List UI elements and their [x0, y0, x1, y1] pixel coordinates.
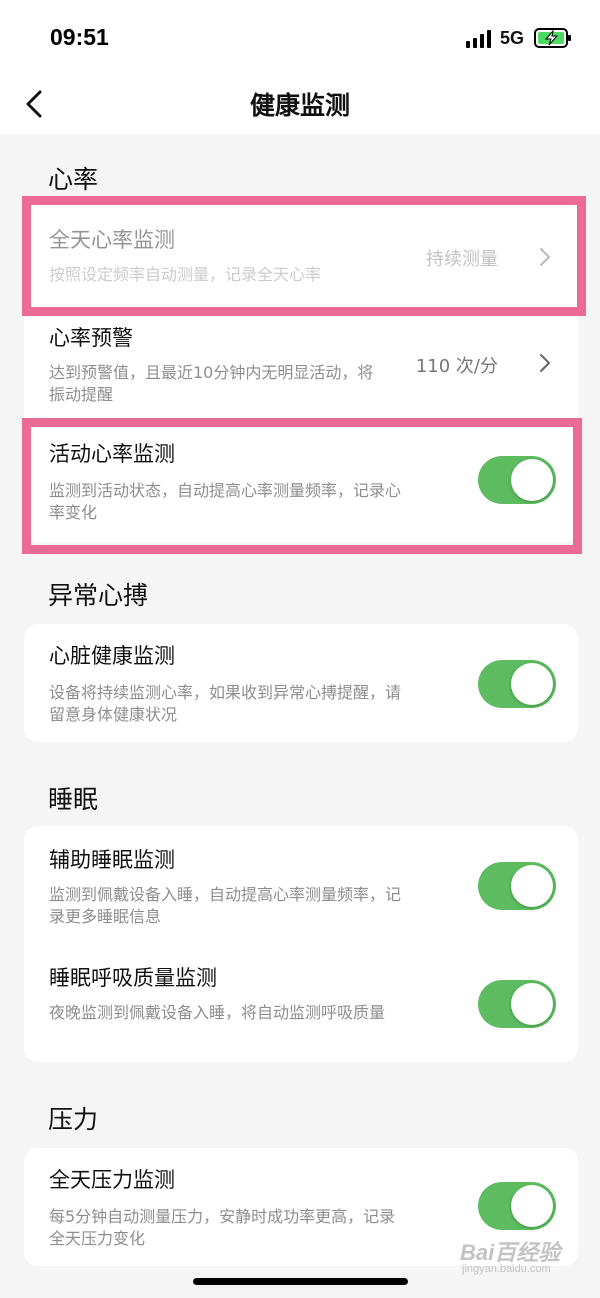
abnormal-heartbeat-card: 心脏健康监测 设备将持续监测心率，如果收到异常心搏提醒，请留意身体健康状况 — [24, 624, 578, 742]
row-value: 持续测量 — [426, 249, 498, 270]
all-day-stress-toggle[interactable] — [478, 1182, 556, 1230]
watermark: Bai百经验 jingyan.baidu.com — [460, 1233, 570, 1283]
row-title: 全天压力监测 — [49, 1168, 175, 1192]
row-title: 全天心率监测 — [49, 228, 175, 252]
row-desc: 达到预警值，且最近10分钟内无明显活动，将振动提醒 — [49, 363, 374, 404]
row-desc: 监测到佩戴设备入睡，自动提高心率测量频率，记录更多睡眠信息 — [49, 885, 402, 926]
status-time: 09:51 — [50, 24, 109, 50]
section-title-abnormal-heartbeat: 异常心搏 — [48, 581, 149, 610]
status-bar: 09:51 5G — [0, 0, 600, 76]
chevron-right-icon — [540, 248, 550, 266]
row-title: 活动心率监测 — [49, 442, 175, 466]
network-type: 5G — [500, 28, 525, 48]
heart-health-toggle[interactable] — [478, 660, 556, 708]
section-title-sleep: 睡眠 — [48, 785, 99, 814]
nav-bar: 健康监测 — [0, 76, 600, 134]
row-desc: 按照设定频率自动测量，记录全天心率 — [49, 265, 322, 284]
list-item-all-day-heart-rate[interactable]: 全天心率监测 按照设定频率自动测量，记录全天心率 持续测量 — [24, 200, 578, 310]
signal-bars-icon — [466, 30, 492, 48]
list-item-active-heart-rate[interactable]: 活动心率监测 监测到活动状态，自动提高心率测量频率，记录心率变化 — [24, 416, 578, 542]
sleep-card: 辅助睡眠监测 监测到佩戴设备入睡，自动提高心率测量频率，记录更多睡眠信息 睡眠呼… — [24, 826, 578, 1062]
row-title: 心率预警 — [49, 326, 133, 350]
row-title: 辅助睡眠监测 — [49, 848, 175, 872]
list-item-heart-rate-alert[interactable]: 心率预警 达到预警值，且最近10分钟内无明显活动，将振动提醒 110 次/分 — [24, 310, 578, 416]
section-title-stress: 压力 — [48, 1105, 99, 1134]
chevron-right-icon — [540, 354, 550, 372]
active-heart-rate-toggle[interactable] — [478, 456, 556, 504]
battery-charging-icon — [534, 28, 571, 48]
list-item-sleep-breathing[interactable]: 睡眠呼吸质量监测 夜晚监测到佩戴设备入睡，将自动监测呼吸质量 — [24, 944, 578, 1062]
list-item-sleep-assist[interactable]: 辅助睡眠监测 监测到佩戴设备入睡，自动提高心率测量频率，记录更多睡眠信息 — [24, 826, 578, 944]
row-value: 110 次/分 — [415, 356, 498, 377]
list-item-heart-health[interactable]: 心脏健康监测 设备将持续监测心率，如果收到异常心搏提醒，请留意身体健康状况 — [24, 624, 578, 742]
watermark-sub: jingyan.baidu.com — [462, 1263, 551, 1275]
sleep-breathing-toggle[interactable] — [478, 980, 556, 1028]
row-desc: 夜晚监测到佩戴设备入睡，将自动监测呼吸质量 — [49, 1003, 386, 1022]
row-title: 心脏健康监测 — [49, 644, 175, 668]
home-indicator[interactable] — [193, 1278, 408, 1285]
heart-rate-card: 全天心率监测 按照设定频率自动测量，记录全天心率 持续测量 心率预警 达到预警值… — [24, 200, 578, 542]
sleep-assist-toggle[interactable] — [478, 862, 556, 910]
row-desc: 监测到活动状态，自动提高心率测量频率，记录心率变化 — [49, 481, 402, 522]
row-desc: 每5分钟自动测量压力，安静时成功率更高，记录全天压力变化 — [49, 1207, 396, 1248]
section-title-heart-rate: 心率 — [48, 165, 99, 194]
row-title: 睡眠呼吸质量监测 — [49, 966, 217, 990]
row-desc: 设备将持续监测心率，如果收到异常心搏提醒，请留意身体健康状况 — [49, 683, 402, 724]
page-title: 健康监测 — [249, 91, 350, 120]
